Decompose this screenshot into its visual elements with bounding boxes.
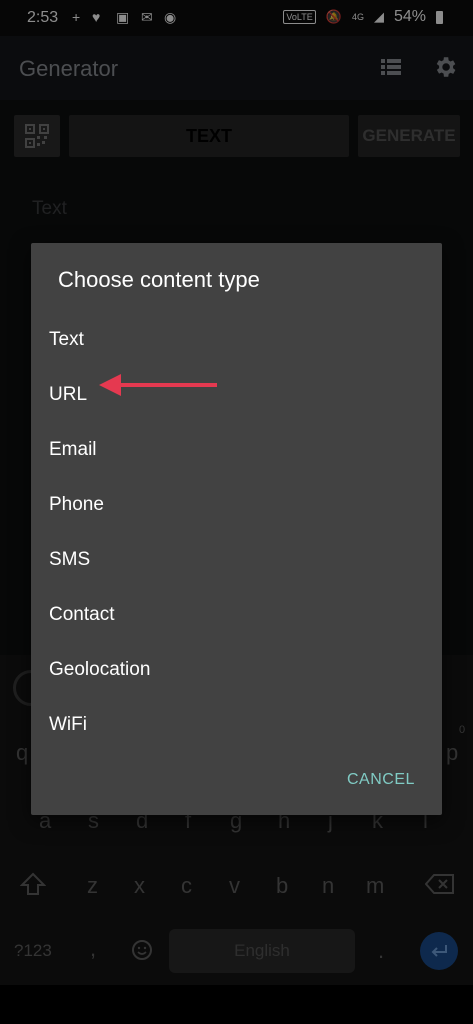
option-label: Text [49,329,84,350]
option-email[interactable]: Email [31,423,442,478]
option-label: SMS [49,549,91,570]
option-text[interactable]: Text [31,313,442,368]
option-label: Contact [49,604,115,625]
option-geolocation[interactable]: Geolocation [31,643,442,698]
option-contact[interactable]: Contact [31,588,442,643]
option-label: WiFi [49,714,87,735]
option-label: URL [49,384,88,405]
red-arrow-annotation [99,374,217,396]
option-label: Geolocation [49,659,151,680]
option-wifi[interactable]: WiFi [31,698,442,753]
content-type-dialog: Choose content type Text URL Email Phone… [31,243,442,815]
option-label: Phone [49,494,104,515]
option-label: Email [49,439,97,460]
option-url[interactable]: URL [31,368,442,423]
option-phone[interactable]: Phone [31,478,442,533]
dialog-title: Choose content type [58,267,260,292]
option-sms[interactable]: SMS [31,533,442,588]
cancel-button[interactable]: CANCEL [347,771,415,789]
